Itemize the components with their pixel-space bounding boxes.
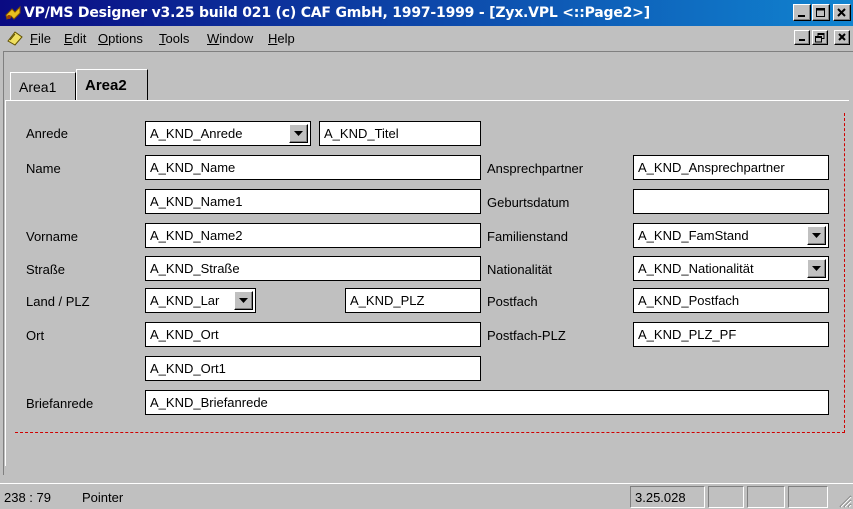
label-postfach: Postfach <box>487 294 538 309</box>
close-button[interactable] <box>833 4 851 21</box>
label-strasse: Straße <box>26 262 66 277</box>
menu-window[interactable]: Window <box>207 31 253 46</box>
tab-area1[interactable]: Area1 <box>10 72 76 100</box>
ort-field[interactable]: A_KND_Ort <box>145 322 481 347</box>
menu-bar: File Edit Options Tools Window Help <box>0 26 853 50</box>
child-minimize-button[interactable] <box>794 30 810 45</box>
minimize-button[interactable] <box>793 4 811 21</box>
label-postfach-plz: Postfach-PLZ <box>487 328 566 343</box>
restore-icon <box>815 32 825 42</box>
label-vorname: Vorname <box>26 229 79 244</box>
tab-area2[interactable]: Area2 <box>76 69 148 100</box>
ansprechpartner-field[interactable]: A_KND_Ansprechpartner <box>633 155 829 180</box>
maximize-icon <box>816 7 825 17</box>
label-geburtsdatum: Geburtsdatum <box>487 195 570 210</box>
close-icon <box>837 7 846 17</box>
status-coords: 238 : 79 <box>4 490 51 505</box>
name1-field[interactable]: A_KND_Name1 <box>145 189 481 214</box>
familienstand-combo[interactable]: A_KND_FamStand <box>633 223 829 248</box>
familienstand-dropdown-button[interactable] <box>807 226 826 245</box>
label-ort: Ort <box>26 328 45 343</box>
briefanrede-field[interactable]: A_KND_Briefanrede <box>145 390 829 415</box>
title-bar[interactable]: VP/MS Designer v3.25 build 021 (c) CAF G… <box>0 0 853 26</box>
plz-field[interactable]: A_KND_PLZ <box>345 288 481 313</box>
document-icon[interactable] <box>6 29 24 47</box>
postfach-field[interactable]: A_KND_Postfach <box>633 288 829 313</box>
minimize-icon <box>798 39 805 41</box>
status-panel-2 <box>747 486 785 508</box>
label-ansprechpartner: Ansprechpartner <box>487 161 584 176</box>
dropdown-arrow-icon <box>294 131 303 136</box>
land-combo[interactable]: A_KND_Lar <box>145 288 256 313</box>
nationalitaet-dropdown-button[interactable] <box>807 259 826 278</box>
ort1-field[interactable]: A_KND_Ort1 <box>145 356 481 381</box>
dropdown-arrow-icon <box>239 298 248 303</box>
window-title: VP/MS Designer v3.25 build 021 (c) CAF G… <box>24 5 650 21</box>
maximize-button[interactable] <box>812 4 830 21</box>
size-grip-icon[interactable] <box>838 494 852 508</box>
label-anrede: Anrede <box>26 126 68 141</box>
strasse-field[interactable]: A_KND_Straße <box>145 256 481 281</box>
status-panel-3 <box>788 486 828 508</box>
tab-label: Area1 <box>19 78 57 95</box>
status-version: 3.25.028 <box>630 486 705 508</box>
status-panel-1 <box>708 486 744 508</box>
status-bar: 238 : 79 Pointer 3.25.028 <box>0 483 853 509</box>
menu-options[interactable]: Options <box>98 31 143 46</box>
anrede-dropdown-button[interactable] <box>289 124 308 143</box>
anrede-value: A_KND_Anrede <box>150 126 243 141</box>
familienstand-value: A_KND_FamStand <box>638 228 749 243</box>
app-icon[interactable] <box>4 4 22 22</box>
dropdown-arrow-icon <box>812 266 821 271</box>
menu-edit[interactable]: Edit <box>64 31 86 46</box>
land-dropdown-button[interactable] <box>234 291 253 310</box>
label-nationalitaet: Nationalität <box>487 262 553 277</box>
anrede-combo[interactable]: A_KND_Anrede <box>145 121 311 146</box>
child-close-button[interactable] <box>834 30 850 45</box>
name-field[interactable]: A_KND_Name <box>145 155 481 180</box>
geburtsdatum-field[interactable] <box>633 189 829 214</box>
status-mode: Pointer <box>82 490 124 505</box>
nationalitaet-combo[interactable]: A_KND_Nationalität <box>633 256 829 281</box>
label-briefanrede: Briefanrede <box>26 396 94 411</box>
dropdown-arrow-icon <box>812 233 821 238</box>
label-familienstand: Familienstand <box>487 229 568 244</box>
close-icon <box>837 33 846 41</box>
land-value: A_KND_Lar <box>150 293 220 308</box>
label-land-plz: Land / PLZ <box>26 294 90 309</box>
minimize-icon <box>798 14 805 17</box>
nationalitaet-value: A_KND_Nationalität <box>638 261 754 276</box>
tab-label: Area2 <box>85 76 127 94</box>
vorname-field[interactable]: A_KND_Name2 <box>145 223 481 248</box>
menu-help[interactable]: Help <box>268 31 295 46</box>
child-restore-button[interactable] <box>812 30 828 45</box>
label-name: Name <box>26 161 61 176</box>
menu-tools[interactable]: Tools <box>159 31 189 46</box>
titel-field[interactable]: A_KND_Titel <box>319 121 481 146</box>
postfach-plz-field[interactable]: A_KND_PLZ_PF <box>633 322 829 347</box>
menu-file[interactable]: File <box>30 31 51 46</box>
